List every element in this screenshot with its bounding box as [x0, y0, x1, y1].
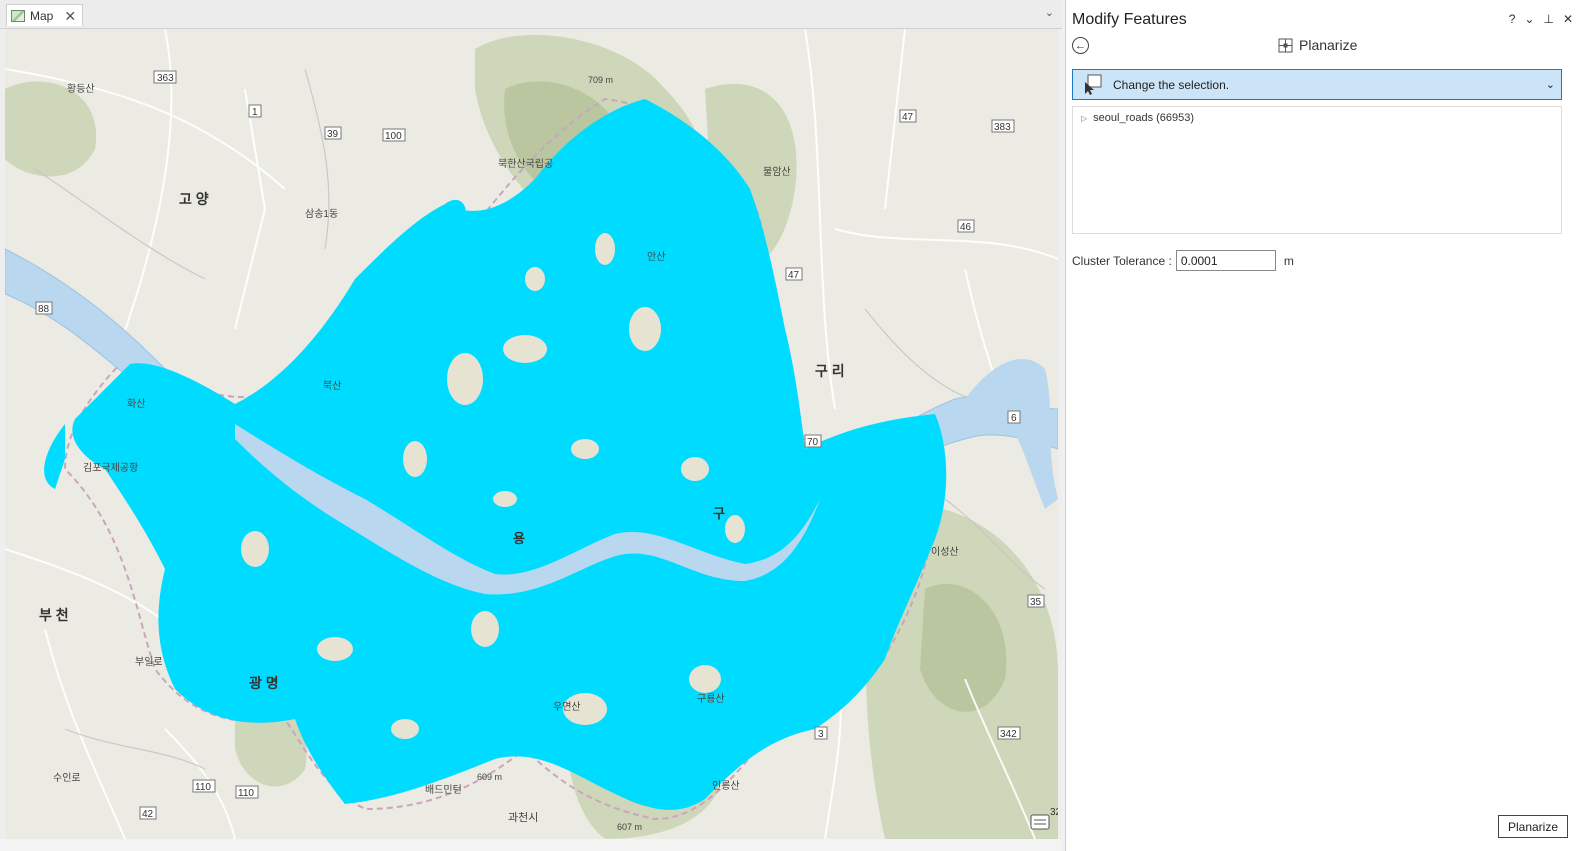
route-1-label: 1: [252, 107, 258, 118]
cluster-tolerance-row: Cluster Tolerance : m: [1072, 250, 1294, 271]
label-bueilro: 부일로: [135, 656, 163, 668]
label-ansan: 안산: [647, 251, 665, 263]
tab-overflow-chevron-icon[interactable]: ⌄: [1045, 6, 1054, 19]
pin-icon[interactable]: ⊥: [1543, 12, 1553, 26]
route-32-label: 32: [1050, 807, 1058, 818]
route-383-label: 383: [994, 122, 1011, 133]
label-umyeon: 우면산: [553, 701, 581, 713]
label-gimpo: 김포국제공항: [83, 462, 138, 474]
route-100-label: 100: [385, 131, 402, 142]
back-arrow-icon: ←: [1075, 39, 1086, 52]
label-bucheon: 부 천: [39, 607, 69, 623]
selection-tree: ▷ seoul_roads (66953): [1072, 106, 1562, 234]
map-tab[interactable]: Map ✕: [6, 4, 84, 26]
route-88-label: 88: [38, 304, 50, 315]
route-47b-label: 47: [788, 270, 800, 281]
label-hwangsan: 황등산: [67, 83, 95, 95]
route-342-label: 342: [1000, 729, 1017, 740]
label-hwasan: 화산: [127, 398, 145, 410]
label-peak-709: 709 m: [588, 75, 613, 85]
label-gwangmyeong: 광 명: [249, 675, 279, 691]
modify-features-pane: Modify Features ? ⌄ ⊥ ✕ ← Planarize Chan…: [1065, 0, 1583, 851]
label-peak-607: 607 m: [617, 822, 642, 832]
planarize-button[interactable]: Planarize: [1498, 815, 1568, 838]
close-icon[interactable]: ✕: [64, 9, 76, 23]
label-baedeok: 배드민턴: [425, 784, 462, 796]
label-gwacheon: 과천시: [508, 810, 538, 824]
cluster-tolerance-unit: m: [1283, 253, 1294, 268]
planarize-icon: [1278, 38, 1293, 52]
pane-controls: ? ⌄ ⊥ ✕: [1509, 12, 1573, 26]
label-inreung: 인릉산: [712, 780, 740, 792]
tool-header: Planarize: [1278, 37, 1357, 53]
label-bukak: 북산: [323, 380, 341, 392]
map-tooltip-icon[interactable]: [1030, 814, 1050, 830]
label-gu: 구: [713, 506, 725, 521]
route-3-label: 3: [818, 729, 824, 740]
label-goyang: 고 양: [179, 191, 209, 207]
tool-name: Planarize: [1299, 37, 1358, 53]
label-yong: 용: [513, 531, 525, 546]
label-bukhansan: 북한산국립공: [498, 157, 553, 170]
close-icon[interactable]: ✕: [1563, 12, 1573, 26]
chevron-down-icon[interactable]: ⌄: [1546, 78, 1555, 91]
cluster-tolerance-input[interactable]: [1175, 250, 1276, 271]
label-samsong: 삼송1동: [305, 208, 338, 220]
route-42-label: 42: [142, 809, 154, 820]
label-buramsan: 불암산: [763, 166, 791, 178]
label-peak-609: 609 m: [477, 772, 502, 782]
cluster-tolerance-label: Cluster Tolerance :: [1072, 253, 1172, 268]
route-6-label: 6: [1011, 413, 1017, 424]
route-47a-label: 47: [902, 112, 914, 123]
route-110a-label: 110: [195, 782, 211, 793]
map-tab-label: Map: [30, 8, 54, 23]
label-suil: 수인로: [53, 772, 81, 784]
expand-triangle-icon[interactable]: ▷: [1081, 114, 1087, 123]
tree-item-seoul-roads[interactable]: ▷ seoul_roads (66953): [1081, 112, 1194, 124]
label-guryong: 구룡산: [697, 693, 725, 705]
route-70-label: 70: [807, 437, 819, 448]
map-pane: Map ✕ ⌄ 363 1 39 100 88 47 383 46 47 6 7…: [0, 0, 1062, 851]
pane-title: Modify Features: [1072, 11, 1187, 28]
selection-dropdown[interactable]: Change the selection. ⌄: [1072, 69, 1562, 100]
map-tab-strip: Map ✕ ⌄: [0, 0, 1062, 29]
map-status-strip: [0, 839, 1062, 851]
selection-prompt: Change the selection.: [1113, 77, 1230, 92]
help-icon[interactable]: ?: [1509, 12, 1516, 26]
route-46-label: 46: [960, 222, 972, 233]
select-cursor-icon: [1085, 74, 1102, 95]
layer-name: seoul_roads (66953): [1093, 112, 1195, 124]
label-isungsan: 이성산: [931, 546, 959, 558]
map-icon: [11, 9, 25, 22]
route-110b-label: 110: [238, 788, 254, 799]
map-view[interactable]: 363 1 39 100 88 47 383 46 47 6 70 35 3 3…: [5, 29, 1058, 839]
route-363-label: 363: [157, 73, 174, 84]
route-39-label: 39: [327, 129, 339, 140]
options-chevron-icon[interactable]: ⌄: [1524, 12, 1534, 26]
back-button[interactable]: ←: [1072, 37, 1089, 54]
label-guri: 구 리: [815, 363, 845, 379]
route-35-label: 35: [1030, 597, 1042, 608]
